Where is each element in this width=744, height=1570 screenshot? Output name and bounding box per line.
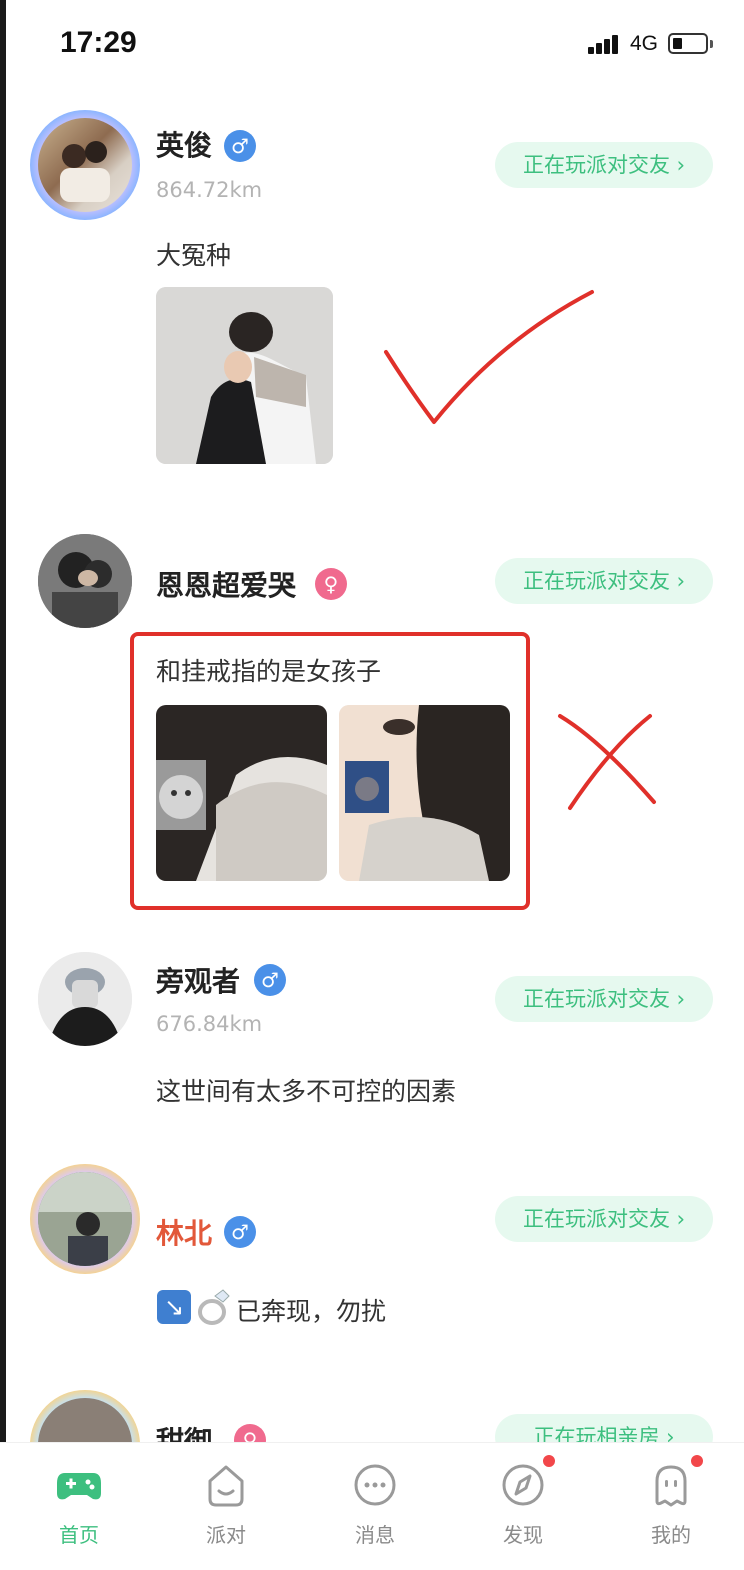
party-face-icon (208, 1465, 244, 1507)
message-bubble-icon (354, 1464, 396, 1506)
tab-profile[interactable]: 我的 (611, 1453, 731, 1563)
profile-face-icon (655, 1465, 687, 1507)
distance: 676.84km (156, 1012, 263, 1036)
party-status-button[interactable]: 正在玩派对交友 › (495, 1196, 713, 1242)
signal-icon (588, 34, 624, 54)
username[interactable]: 英俊 (156, 124, 212, 164)
chevron-right-icon: › (676, 987, 686, 1011)
ring-emoji-icon (197, 1288, 231, 1326)
male-gender-icon: ♂ (224, 1216, 256, 1248)
avatar[interactable] (38, 1172, 132, 1266)
battery-tip (710, 40, 713, 48)
feed-post: 甜御 ♀ 正在玩相亲房 › (0, 1390, 744, 1442)
battery-icon (668, 33, 708, 54)
chevron-right-icon: › (676, 153, 686, 177)
post-text: 大冤种 (156, 241, 232, 270)
male-gender-icon: ♂ (254, 964, 286, 996)
feed-post: 英俊 ♂ 864.72km 正在玩派对交友 › 大冤种 (0, 110, 744, 530)
feed-post: 旁观者 ♂ 676.84km 正在玩派对交友 › 这世间有太多不可控的因素 (0, 952, 744, 1172)
chevron-right-icon: › (676, 569, 686, 593)
post-text: 已奔现，勿扰 (236, 1297, 387, 1326)
post-photo[interactable] (156, 287, 333, 464)
chevron-right-icon: › (666, 1425, 675, 1442)
notification-badge (541, 1453, 557, 1469)
gamepad-icon (57, 1473, 101, 1500)
feed-post: 林北 ♂ 正在玩派对交友 › ↘ 已奔现，勿扰 (0, 1164, 744, 1390)
post-text: 这世间有太多不可控的因素 (156, 1077, 457, 1106)
status-bar: 17:29 4G (0, 0, 744, 90)
bottom-tab-bar: 首页 派对 消息 发现 我的 (0, 1442, 744, 1570)
status-time: 17:29 (60, 26, 137, 59)
tab-home[interactable]: 首页 (19, 1453, 139, 1563)
party-status-button[interactable]: 正在玩派对交友 › (495, 558, 713, 604)
arrow-down-right-emoji-icon: ↘ (157, 1290, 191, 1324)
male-gender-icon: ♂ (224, 130, 256, 162)
tab-discover[interactable]: 发现 (463, 1453, 583, 1563)
avatar[interactable] (38, 118, 132, 212)
distance: 864.72km (156, 178, 263, 202)
party-status-button[interactable]: 正在玩派对交友 › (495, 976, 713, 1022)
username[interactable]: 恩恩超爱哭 (156, 564, 296, 604)
party-status-button[interactable]: 正在玩派对交友 › (495, 142, 713, 188)
compass-icon (502, 1464, 544, 1506)
username[interactable]: 林北 (156, 1212, 212, 1252)
annotation-box (130, 632, 530, 910)
avatar[interactable] (38, 534, 132, 628)
female-gender-icon: ♀ (315, 568, 347, 600)
username[interactable]: 旁观者 (156, 960, 240, 1000)
chevron-right-icon: › (676, 1207, 686, 1231)
party-status-button[interactable]: 正在玩相亲房 › (495, 1414, 713, 1442)
network-type: 4G (630, 32, 659, 55)
avatar[interactable] (38, 952, 132, 1046)
female-gender-icon: ♀ (234, 1424, 266, 1442)
tab-party[interactable]: 派对 (166, 1453, 286, 1563)
username[interactable]: 甜御 (156, 1420, 212, 1442)
notification-badge (689, 1453, 705, 1469)
tab-messages[interactable]: 消息 (315, 1453, 435, 1563)
